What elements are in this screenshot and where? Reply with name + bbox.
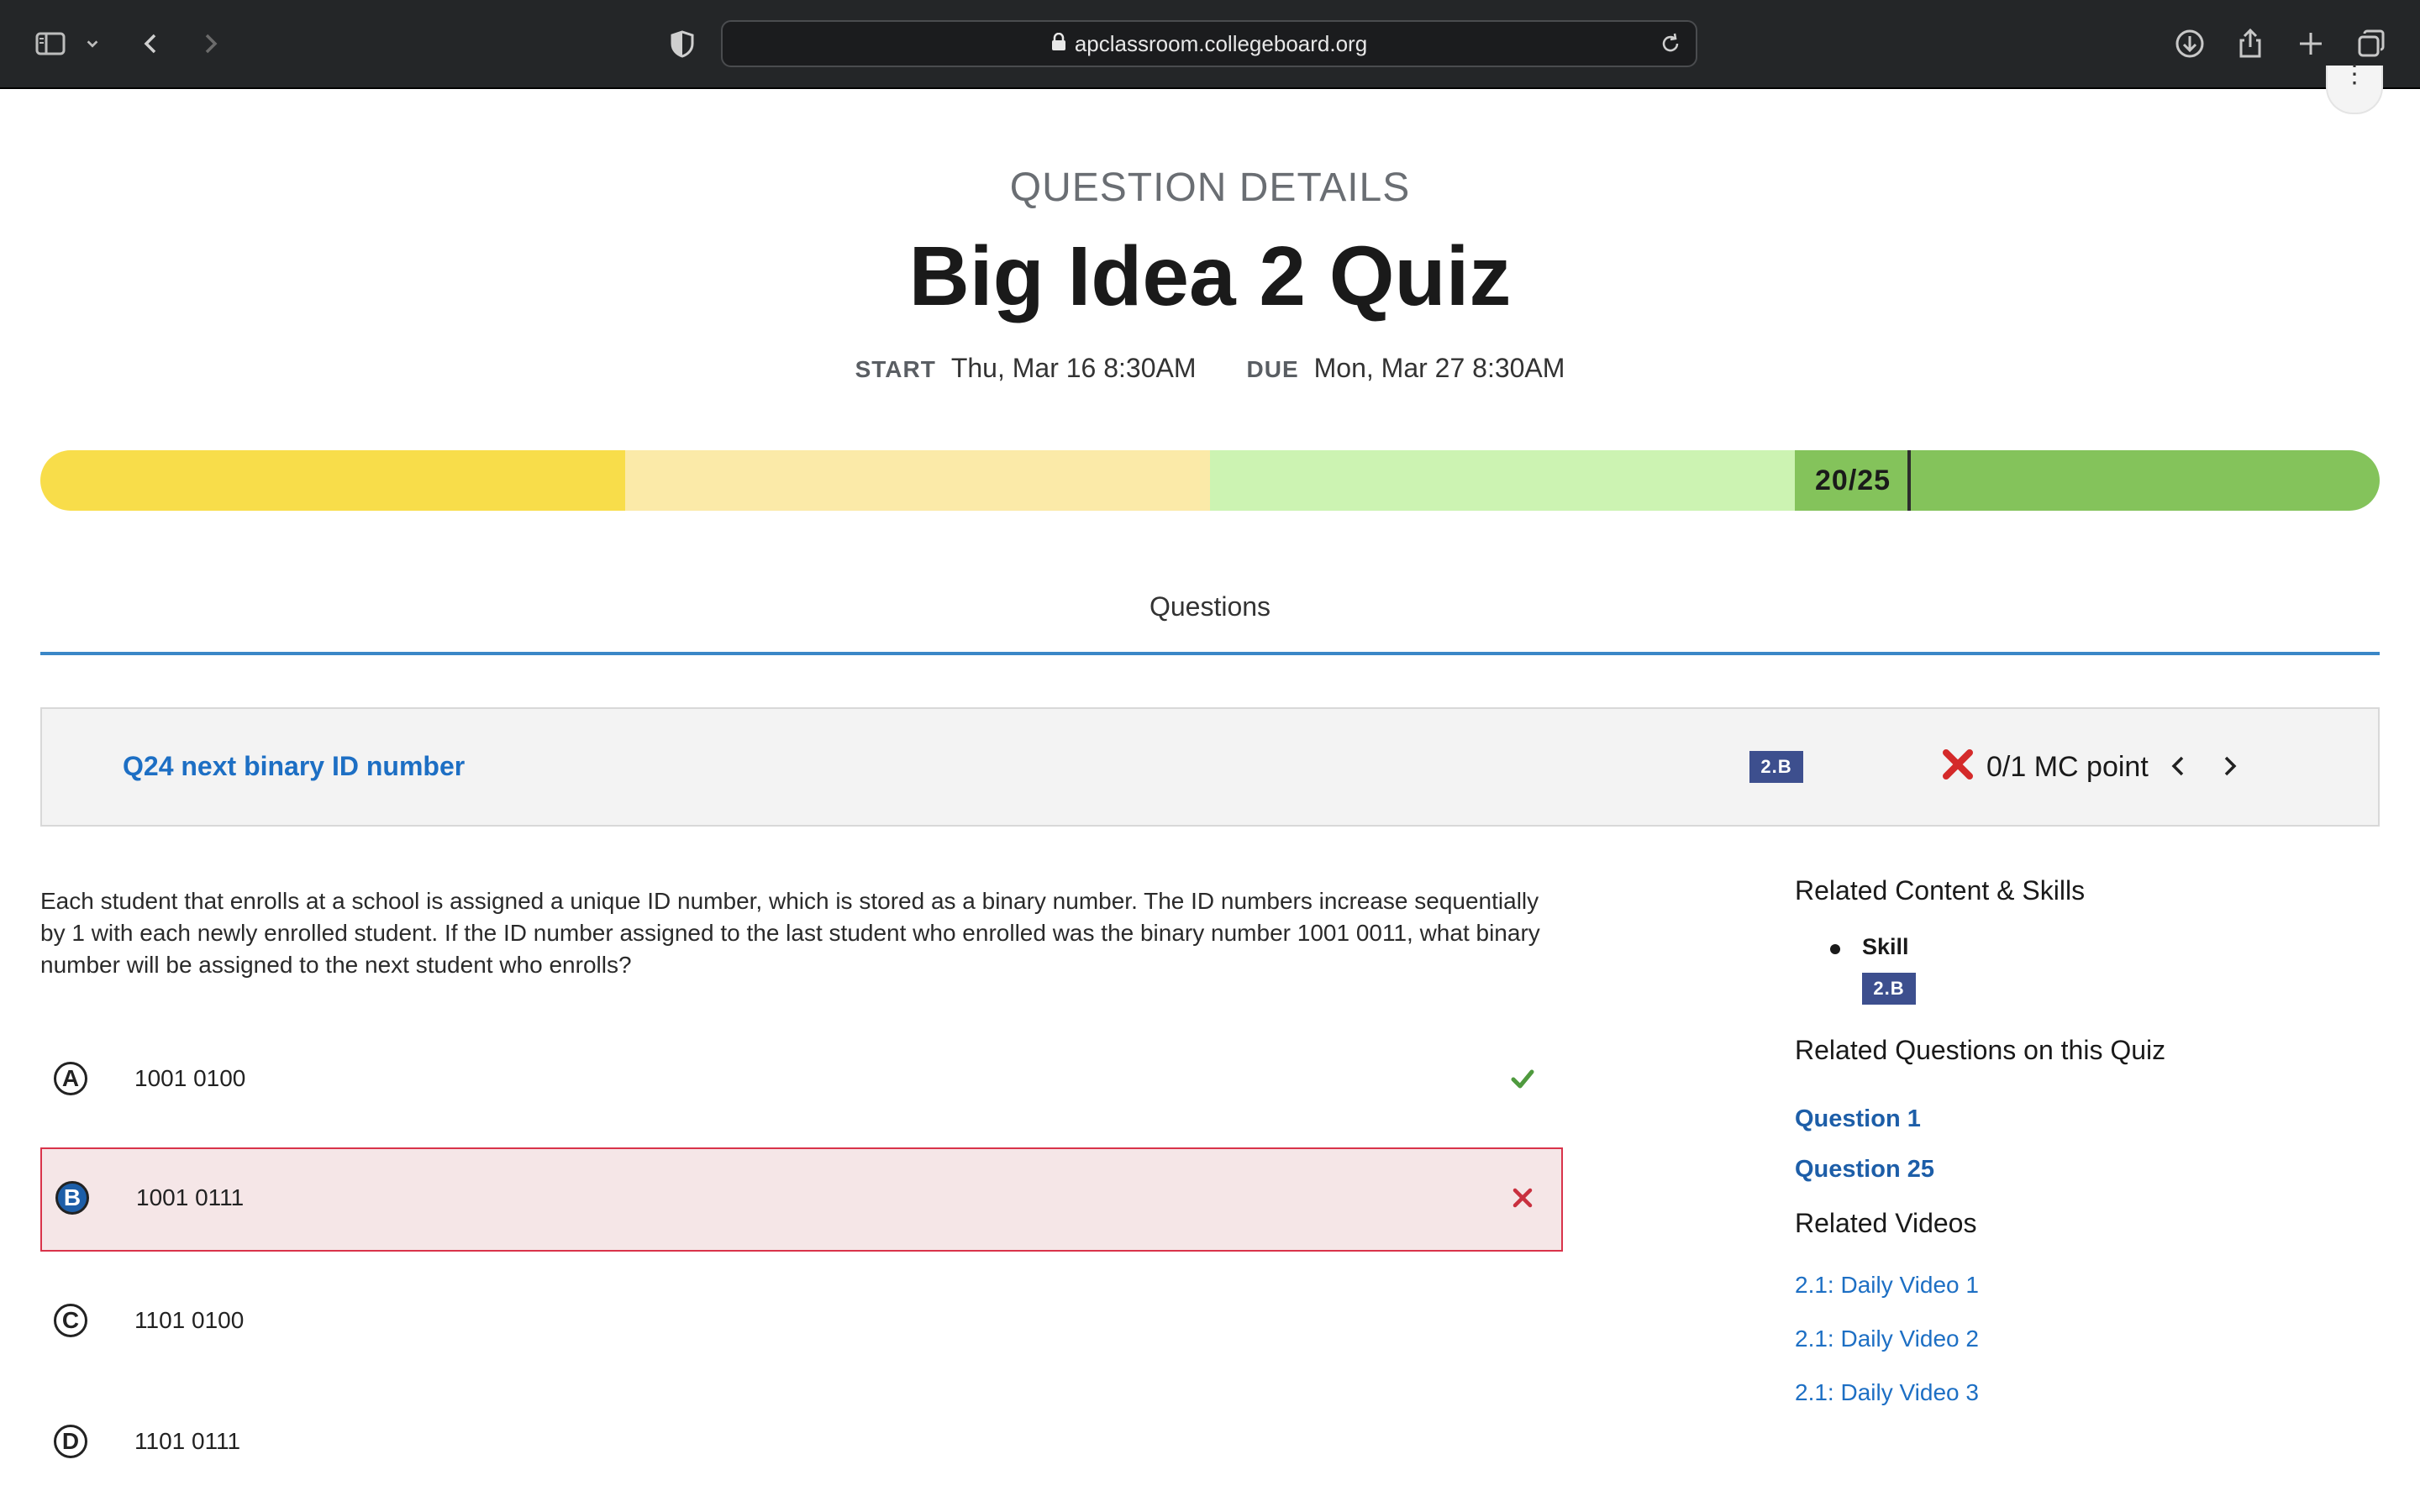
related-question-link[interactable]: Question 1: [1795, 1105, 1921, 1133]
related-videos-heading: Related Videos: [1795, 1208, 1977, 1238]
next-question-icon[interactable]: [2213, 749, 2247, 783]
question-title[interactable]: Q24 next binary ID number: [123, 751, 465, 782]
score-bar: 20/25: [40, 450, 2380, 511]
mc-point-score: 0/1 MC point: [1986, 751, 2149, 783]
page-eyebrow: QUESTION DETAILS: [1009, 165, 1411, 210]
download-icon[interactable]: [2171, 25, 2208, 62]
due-value: Mon, Mar 27 8:30AM: [1313, 353, 1565, 383]
related-question-link[interactable]: Question 25: [1795, 1156, 1934, 1184]
incorrect-x-icon: [1939, 746, 1976, 783]
related-video-link[interactable]: 2.1: Daily Video 2: [1795, 1326, 1979, 1352]
score-value: 20/25: [1815, 465, 1891, 496]
choice-letter: D: [54, 1425, 87, 1458]
question-stem: Each student that enrolls at a school is…: [40, 888, 1540, 978]
assignment-dates: START Thu, Mar 16 8:30AM DUE Mon, Mar 27 8:…: [0, 353, 2420, 384]
url-text: apclassroom.collegeboard.org: [1074, 30, 1368, 56]
tab-overview-icon[interactable]: [2353, 25, 2390, 62]
bullet: [1830, 944, 1840, 954]
choice-letter: B: [55, 1181, 89, 1215]
sidebar-toggle-icon[interactable]: [32, 25, 69, 62]
question-header: Q24 next binary ID number 2.B 0/1 MC poi…: [40, 707, 2380, 827]
chevron-down-icon[interactable]: [77, 25, 108, 62]
privacy-shield-icon[interactable]: [664, 25, 701, 62]
choice-text: 1101 0111: [134, 1428, 241, 1454]
score-band-3: [1210, 450, 1795, 511]
x-icon: [1509, 1184, 1536, 1211]
check-icon: [1509, 1065, 1536, 1092]
due-label: DUE: [1246, 356, 1299, 382]
tab-underline: [40, 652, 2380, 655]
start-label: START: [855, 356, 936, 382]
choice-letter: A: [54, 1062, 87, 1095]
previous-question-icon[interactable]: [2161, 749, 2195, 783]
score-band-2: [625, 450, 1210, 511]
sidebar-skill-badge[interactable]: 2.B: [1862, 973, 1916, 1005]
choice-c[interactable]: C 1101 0100: [40, 1270, 1563, 1374]
score-band-4: 20/25: [1795, 450, 2380, 511]
score-band-1: [40, 450, 625, 511]
choice-b[interactable]: B 1001 0111: [40, 1147, 1563, 1252]
related-content-heading: Related Content & Skills: [1795, 875, 2086, 906]
score-marker: [1907, 450, 1911, 511]
related-questions-heading: Related Questions on this Quiz: [1795, 1035, 2166, 1065]
related-video-link[interactable]: 2.1: Daily Video 1: [1795, 1272, 1979, 1299]
choice-text: 1001 0111: [136, 1184, 245, 1210]
new-tab-icon[interactable]: [2292, 25, 2329, 62]
skill-label: Skill: [1862, 934, 1909, 959]
address-bar[interactable]: apclassroom.collegeboard.org: [721, 20, 1697, 67]
choice-text: 1001 0100: [134, 1065, 246, 1091]
lock-icon: [1051, 32, 1066, 55]
more-options-icon[interactable]: ⋮: [2326, 62, 2383, 114]
reload-icon[interactable]: [1657, 30, 1684, 57]
choice-d[interactable]: D 1101 0111: [40, 1391, 1563, 1495]
choice-text: 1101 0100: [134, 1307, 245, 1333]
choice-a[interactable]: A 1001 0100: [40, 1028, 1563, 1132]
tab-questions[interactable]: Questions: [0, 591, 2420, 622]
choice-letter: C: [54, 1304, 87, 1337]
start-value: Thu, Mar 16 8:30AM: [950, 353, 1197, 383]
forward-icon[interactable]: [192, 25, 229, 62]
skill-badge[interactable]: 2.B: [1749, 751, 1803, 783]
share-icon[interactable]: [2232, 25, 2269, 62]
page-title: Big Idea 2 Quiz: [908, 229, 1512, 323]
back-icon[interactable]: [133, 25, 170, 62]
browser-toolbar: apclassroom.collegeboard.org: [0, 0, 2420, 89]
related-video-link[interactable]: 2.1: Daily Video 3: [1795, 1379, 1979, 1406]
